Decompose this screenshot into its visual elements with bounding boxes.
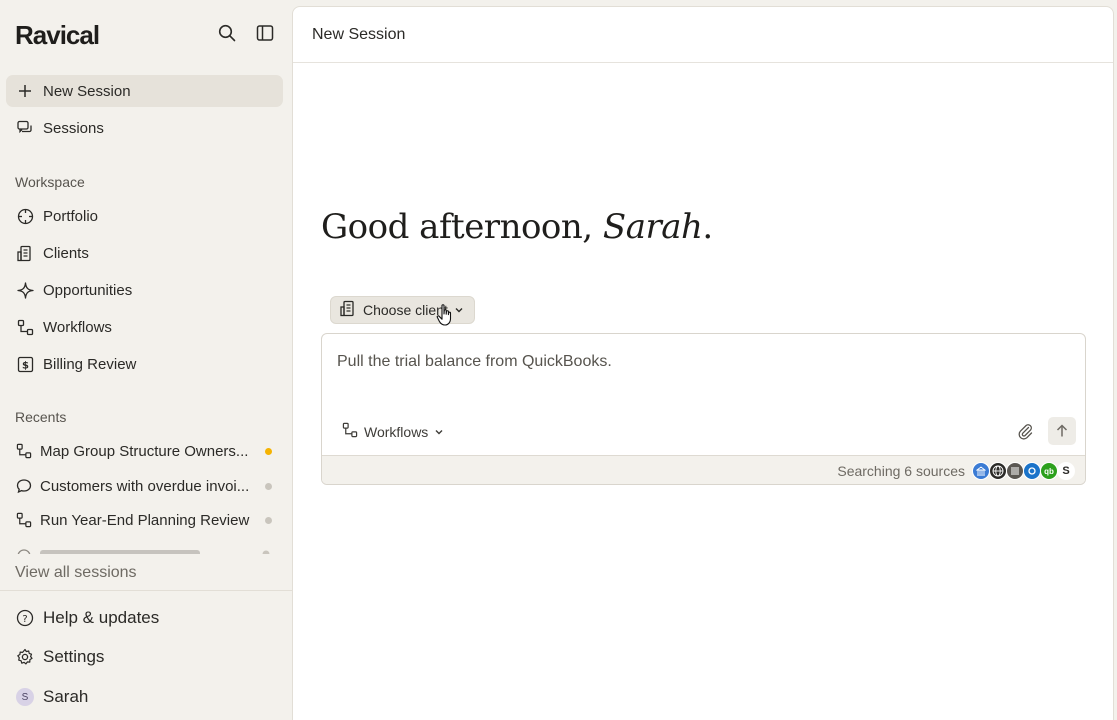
status-dot (265, 447, 272, 455)
app-logo: Ravical (15, 20, 100, 50)
recent-session-label: Customers with overdue invoi... (40, 477, 250, 495)
sidebar-item-clients[interactable]: Clients (6, 237, 283, 269)
new-session-button[interactable]: New Session (6, 75, 283, 107)
greeting-prefix: Good afternoon, (321, 207, 603, 247)
globe-icon (989, 462, 1007, 480)
recents-overflow-row (0, 538, 292, 554)
chat-icon (16, 478, 32, 494)
gear-icon (16, 648, 34, 666)
sessions-label: Sessions (43, 119, 104, 137)
clients-label: Clients (43, 244, 89, 262)
workflows-dropdown-label: Workflows (364, 423, 429, 440)
sidebar-item-portfolio[interactable]: Portfolio (6, 200, 283, 232)
sparkle-icon (16, 281, 34, 299)
kpmg-icon (1006, 462, 1024, 480)
chat-icon (16, 119, 34, 137)
source-icons: qb S (972, 462, 1075, 480)
sources-status-text: Searching 6 sources (837, 463, 965, 479)
opportunities-label: Opportunities (43, 281, 133, 299)
settings-button[interactable]: Settings (6, 641, 283, 673)
greeting-suffix: . (702, 207, 713, 247)
help-updates-button[interactable]: ? Help & updates (6, 602, 283, 634)
workflow-icon (16, 512, 32, 528)
user-name-label: Sarah (43, 687, 89, 706)
bank-icon (972, 462, 990, 480)
status-dot (265, 516, 272, 524)
recent-session-label: Run Year-End Planning Review (40, 511, 250, 529)
recent-session-item[interactable]: Customers with overdue invoi... (6, 472, 283, 500)
chevron-down-icon (434, 424, 444, 440)
workflows-label: Workflows (43, 318, 112, 336)
arrow-up-icon (1056, 424, 1068, 437)
plus-icon (16, 82, 34, 100)
workflows-dropdown[interactable]: Workflows (342, 422, 444, 441)
avatar-wrapper: S (16, 688, 34, 706)
workspace-heading: Workspace (15, 174, 85, 190)
recents-heading: Recents (15, 409, 67, 425)
crosshair-icon (16, 207, 34, 225)
greeting-heading: Good afternoon, Sarah. (321, 207, 713, 247)
view-all-sessions-link[interactable]: View all sessions (15, 564, 137, 582)
building-icon (340, 300, 357, 320)
greeting-user-name: Sarah (602, 207, 703, 247)
quickbooks-icon: qb (1040, 462, 1058, 480)
paperclip-icon[interactable] (1014, 420, 1036, 442)
svg-text:$: $ (22, 360, 29, 371)
sidebar: Ravical New Session Sessions Workspace P… (0, 0, 292, 720)
recent-session-item[interactable]: Run Year-End Planning Review (6, 506, 283, 534)
page-title: New Session (293, 7, 1113, 63)
sidebar-item-sessions[interactable]: Sessions (6, 112, 283, 144)
building-icon (16, 244, 34, 262)
dollar-icon: $ (16, 355, 34, 373)
recent-session-label: Map Group Structure Owners... (40, 442, 249, 460)
outlook-icon (1023, 462, 1041, 480)
status-dot (265, 482, 272, 490)
sidebar-divider (0, 590, 292, 591)
workflow-icon (342, 422, 358, 441)
user-profile-button[interactable]: S Sarah (6, 681, 283, 713)
search-icon[interactable] (216, 22, 238, 44)
sources-bar: Searching 6 sources qb S (322, 455, 1085, 484)
workflow-icon (16, 443, 32, 459)
recent-session-item[interactable]: Map Group Structure Owners... (6, 437, 283, 465)
avatar: S (16, 688, 34, 706)
workflow-icon (16, 318, 34, 336)
hand-pointer-icon (436, 303, 456, 332)
help-updates-label: Help & updates (43, 608, 160, 627)
sidebar-toggle-icon[interactable] (254, 22, 276, 44)
send-button[interactable] (1048, 417, 1076, 445)
sidebar-item-workflows[interactable]: Workflows (6, 311, 283, 343)
new-session-label: New Session (43, 82, 131, 100)
prompt-composer: Pull the trial balance from QuickBooks. … (321, 333, 1086, 485)
billing-review-label: Billing Review (43, 355, 137, 373)
svg-text:?: ? (22, 614, 27, 625)
stripe-icon: S (1057, 462, 1075, 480)
portfolio-label: Portfolio (43, 207, 99, 225)
sidebar-top-actions (216, 22, 276, 44)
sidebar-item-billing-review[interactable]: $ Billing Review (6, 348, 283, 380)
sidebar-item-opportunities[interactable]: Opportunities (6, 274, 283, 306)
settings-label: Settings (43, 647, 105, 666)
help-icon: ? (16, 609, 34, 627)
prompt-input[interactable]: Pull the trial balance from QuickBooks. (337, 353, 612, 371)
main-panel: New Session Good afternoon, Sarah. Choos… (292, 6, 1114, 720)
